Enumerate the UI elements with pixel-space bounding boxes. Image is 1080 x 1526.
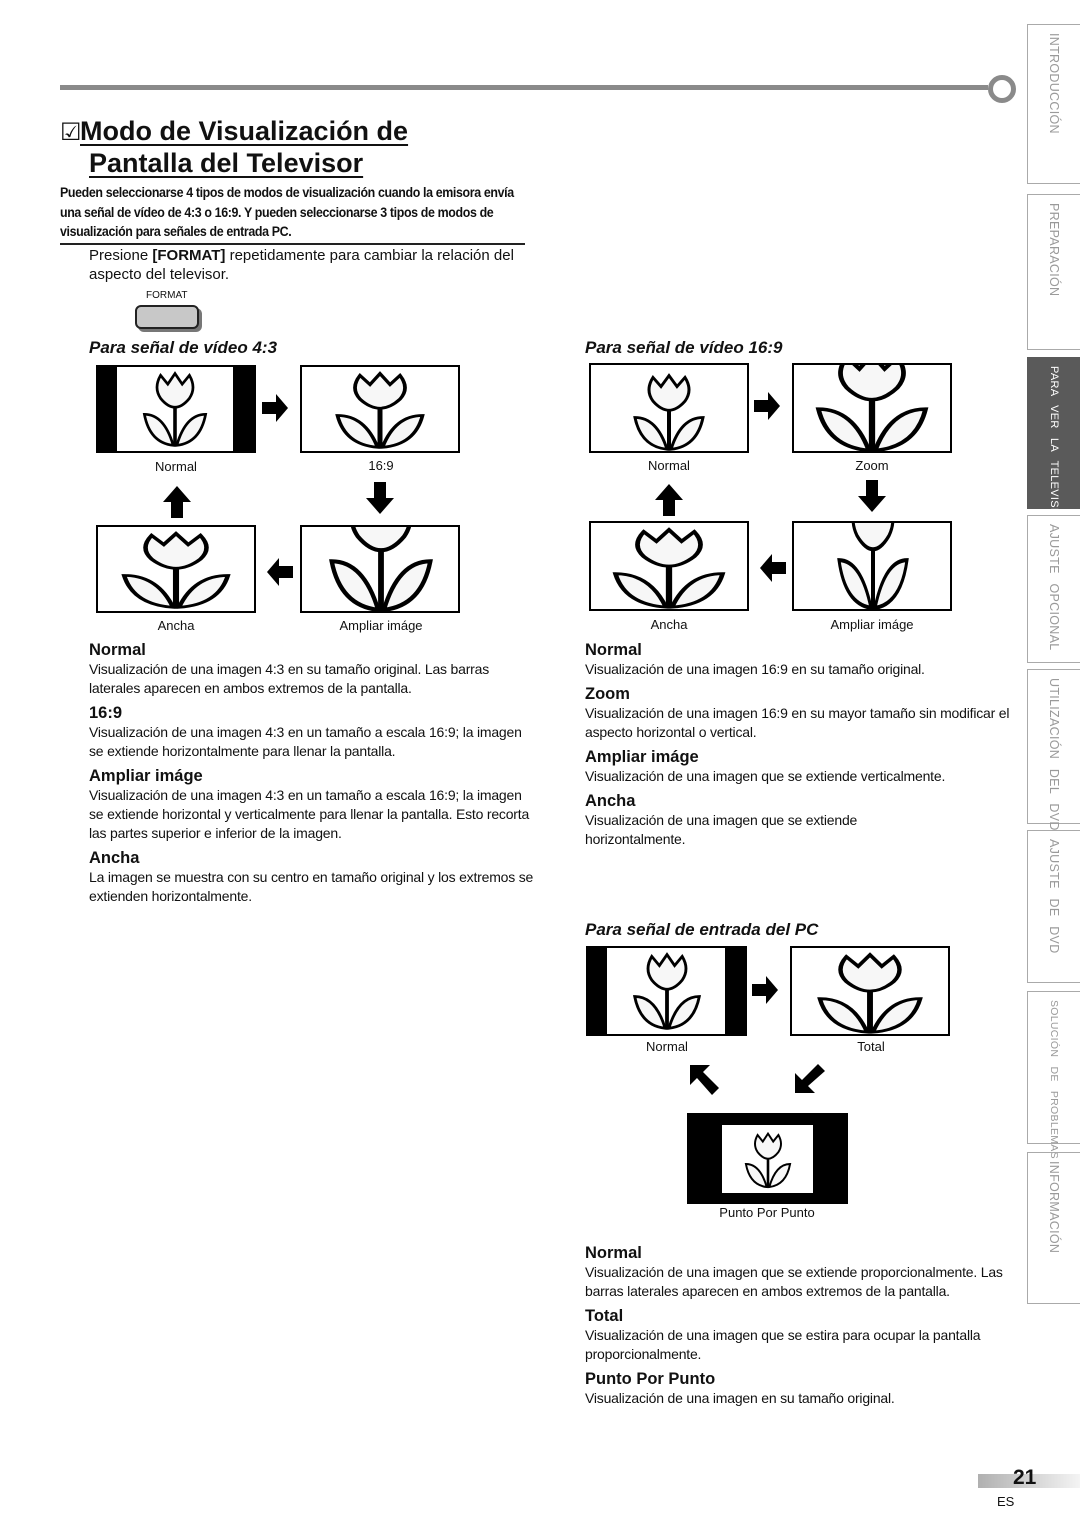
screen-ampliar xyxy=(300,525,460,613)
item-title: Ampliar imáge xyxy=(585,748,699,766)
caption-ampliar: Ampliar imáge xyxy=(830,617,914,632)
side-tab-utilizacion-del-dvd[interactable]: UTILIZACIÓN DEL DVD xyxy=(1027,669,1080,831)
caption-16-9: 16:9 xyxy=(368,458,394,473)
arrow-up-icon xyxy=(163,486,191,518)
section-heading-video-169: Para señal de vídeo 16:9 xyxy=(585,338,783,357)
item-title: Normal xyxy=(585,641,642,659)
diagram-pc xyxy=(586,946,950,1204)
arrow-left-icon xyxy=(267,558,293,586)
caption-normal: Normal xyxy=(646,1039,688,1054)
item-title: 16:9 xyxy=(89,704,123,722)
caption-ancha: Ancha xyxy=(650,617,688,632)
item-title: Ancha xyxy=(585,792,636,810)
arrow-left-icon xyxy=(760,554,786,582)
format-button-label: FORMAT xyxy=(146,290,188,301)
format-button-icon xyxy=(135,305,199,329)
item-title: Ampliar imáge xyxy=(89,767,203,785)
page-language: ES xyxy=(997,1494,1015,1509)
descriptions-pc: Normal Visualización de una imagen que s… xyxy=(585,1243,1015,1408)
descriptions-video-43: Normal Visualización de una imagen 4:3 e… xyxy=(89,640,534,906)
item-text: Visualización de una imagen 4:3 en un ta… xyxy=(89,787,530,841)
caption-zoom: Zoom xyxy=(855,458,889,473)
item-text: Visualización de una imagen que se extie… xyxy=(585,768,946,784)
arrow-down-icon xyxy=(858,480,886,512)
top-rule-circle-icon xyxy=(988,75,1016,103)
divider xyxy=(60,243,525,245)
caption-total: Total xyxy=(857,1039,885,1054)
caption-ancha: Ancha xyxy=(157,618,195,633)
item-text: Visualización de una imagen 16:9 en su m… xyxy=(585,705,1010,740)
intro-text: Pueden seleccionarse 4 tipos de modos de… xyxy=(60,185,514,239)
screen-ancha xyxy=(589,521,749,611)
caption-punto-por-punto: Punto Por Punto xyxy=(719,1205,815,1220)
side-tab-ajuste-de-dvd[interactable]: AJUSTE DE DVD xyxy=(1027,830,1080,983)
item-title: Normal xyxy=(89,641,146,659)
arrow-down-icon xyxy=(366,482,394,514)
item-title: Ancha xyxy=(89,849,140,867)
section-heading-pc: Para señal de entrada del PC xyxy=(585,920,819,939)
screen-ampliar xyxy=(792,521,952,611)
side-tab-introduccion[interactable]: INTRODUCCIÓN xyxy=(1027,24,1080,184)
screen-normal xyxy=(589,363,749,453)
arrow-right-icon xyxy=(754,392,780,420)
item-text: Visualización de una imagen que se extie… xyxy=(585,1264,1003,1299)
arrow-down-left-icon xyxy=(795,1064,825,1093)
screen-total xyxy=(790,946,950,1036)
side-tab-para-ver-la-television[interactable]: PARA VER LA TELEVISIÓN xyxy=(1027,357,1080,528)
screen-punto-por-punto xyxy=(687,1113,848,1204)
format-key: [FORMAT] xyxy=(152,247,226,264)
screen-16-9 xyxy=(300,365,460,453)
item-title: Punto Por Punto xyxy=(585,1370,716,1388)
diagram-video-169 xyxy=(589,363,952,611)
item-title: Total xyxy=(585,1307,624,1325)
side-tab-ajuste-opcional[interactable]: AJUSTE OPCIONAL xyxy=(1027,515,1080,663)
arrow-up-icon xyxy=(655,484,683,516)
page-number: 21 xyxy=(1013,1466,1037,1489)
item-text: Visualización de una imagen que se extie… xyxy=(585,812,858,847)
instruction-text: Presione [FORMAT] repetidamente para cam… xyxy=(89,247,514,283)
section-heading-video-43: Para señal de vídeo 4:3 xyxy=(89,338,278,357)
diagram-video-43 xyxy=(96,365,460,613)
arrow-right-icon xyxy=(262,394,288,422)
descriptions-video-169: Normal Visualización de una imagen 16:9 … xyxy=(585,640,1015,849)
caption-normal: Normal xyxy=(648,458,690,473)
screen-ancha xyxy=(96,525,256,613)
checkbox-checked-icon: ☑ xyxy=(60,119,82,146)
item-title: Zoom xyxy=(585,685,630,703)
screen-normal xyxy=(586,946,747,1036)
caption-ampliar: Ampliar imáge xyxy=(339,618,423,633)
item-text: Visualización de una imagen 4:3 en su ta… xyxy=(89,661,490,696)
arrow-up-left-icon xyxy=(690,1065,719,1095)
item-title: Normal xyxy=(585,1244,642,1262)
side-tab-preparacion[interactable]: PREPARACIÓN xyxy=(1027,194,1080,350)
top-rule xyxy=(60,85,988,90)
item-text: La imagen se muestra con su centro en ta… xyxy=(89,869,534,904)
item-text: Visualización de una imagen en su tamaño… xyxy=(585,1390,895,1406)
item-text: Visualización de una imagen 4:3 en un ta… xyxy=(89,724,522,759)
page-title: ☑Modo de Visualización de Pantalla del T… xyxy=(60,116,409,178)
caption-normal: Normal xyxy=(155,459,197,474)
arrow-right-icon xyxy=(752,976,778,1004)
screen-zoom xyxy=(792,363,952,453)
side-tab-informacion[interactable]: INFORMACIÓN xyxy=(1027,1152,1080,1304)
item-text: Visualización de una imagen 16:9 en su t… xyxy=(585,661,925,677)
item-text: Visualización de una imagen que se estir… xyxy=(585,1327,981,1362)
side-tab-solucion-de-problemas[interactable]: SOLUCIÓN DE PROBLEMAS xyxy=(1027,991,1080,1159)
screen-normal xyxy=(96,365,256,453)
